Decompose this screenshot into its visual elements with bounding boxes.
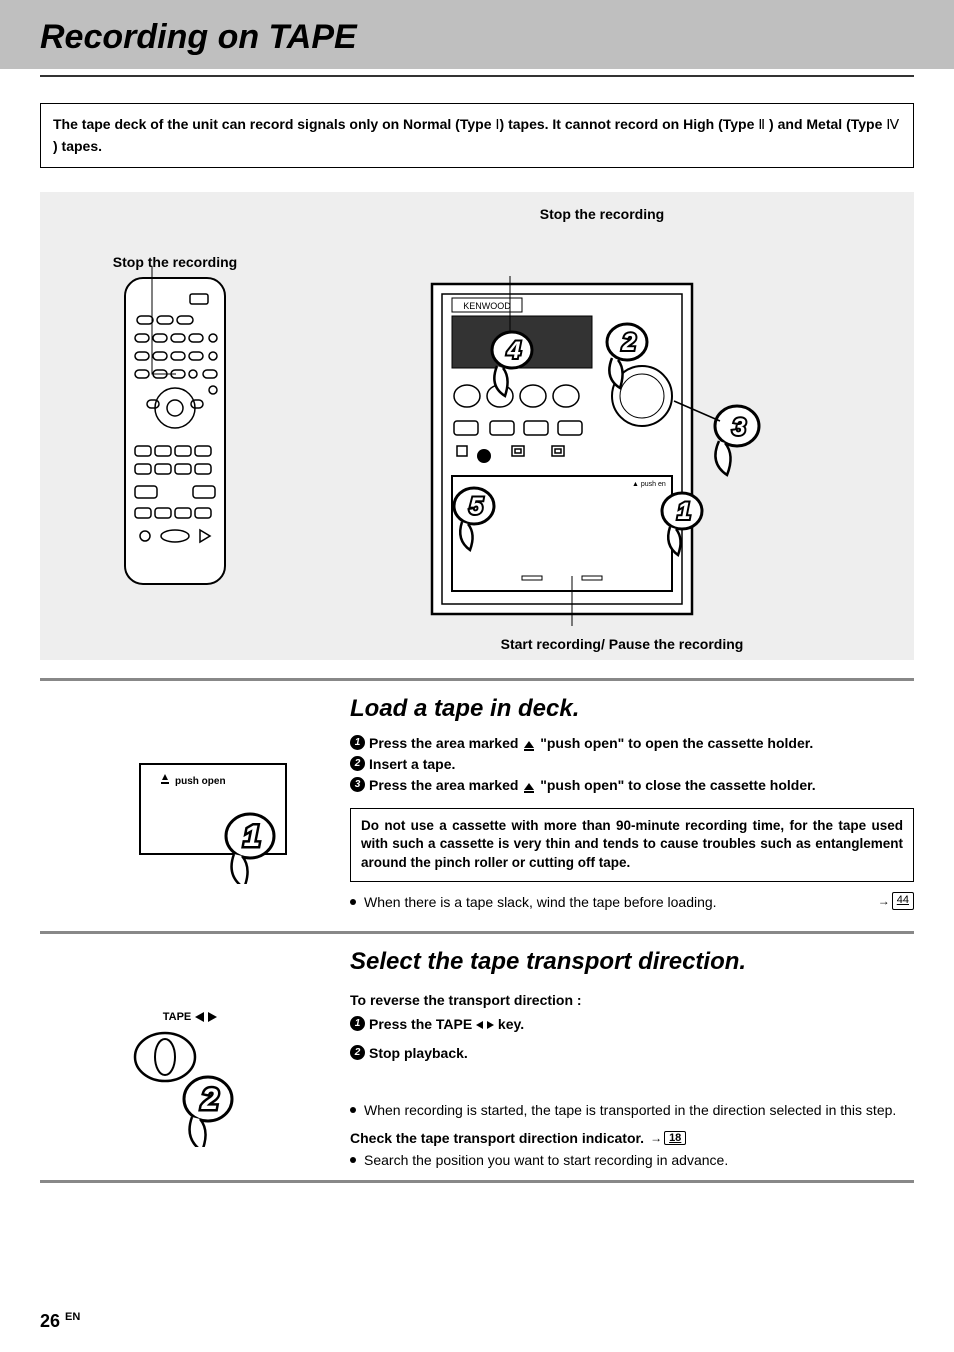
triangle-right-icon bbox=[208, 1012, 217, 1022]
triangle-left-icon bbox=[476, 1021, 483, 1029]
eject-icon bbox=[524, 741, 534, 748]
step-1-warning-box: Do not use a cassette with more than 90-… bbox=[350, 808, 914, 883]
stop-recording-label-remote: Stop the recording bbox=[50, 254, 300, 270]
step-2-item-2: 2 Stop playback. bbox=[350, 1043, 914, 1064]
section-divider-2 bbox=[40, 931, 914, 934]
arrow-right-icon bbox=[650, 1131, 662, 1145]
page-lang: EN bbox=[65, 1311, 80, 1323]
step-2-figure: TAPE 2 2 bbox=[40, 948, 340, 1171]
intro-text-3: ) and Metal (Type bbox=[765, 116, 886, 132]
number-2-icon: 2 bbox=[350, 756, 365, 771]
step-1-bullet: When there is a tape slack, wind the tap… bbox=[350, 892, 914, 912]
step-1-item-2: 2 Insert a tape. bbox=[350, 754, 914, 775]
triangle-right-icon bbox=[487, 1021, 494, 1029]
step-1-item-3: 3 Press the area marked "push open" to c… bbox=[350, 775, 914, 796]
step-2-bullet-1: When recording is started, the tape is t… bbox=[350, 1100, 914, 1120]
check-indicator-line: Check the tape transport direction indic… bbox=[350, 1130, 914, 1146]
remote-svg bbox=[105, 276, 245, 586]
step-1: push open 1 1 Load a tape in deck. 1 Pre… bbox=[40, 695, 914, 913]
eject-icon bbox=[524, 783, 534, 790]
svg-text:2: 2 bbox=[201, 1083, 219, 1116]
brand-text: KENWOOD bbox=[463, 301, 511, 311]
stop-recording-label-unit: Stop the recording bbox=[300, 206, 904, 270]
step-1-svg: push open 1 1 bbox=[90, 724, 290, 884]
manual-page: Recording on TAPE The tape deck of the u… bbox=[0, 0, 954, 1352]
svg-text:1: 1 bbox=[677, 498, 690, 525]
number-1-icon: 1 bbox=[350, 735, 365, 750]
page-ref-18: 18 bbox=[650, 1131, 686, 1145]
step-2: TAPE 2 2 Select the tape transport direc… bbox=[40, 948, 914, 1171]
intro-text-4: ) tapes. bbox=[53, 138, 102, 154]
intro-note-box: The tape deck of the unit can record sig… bbox=[40, 103, 914, 168]
svg-text:5: 5 bbox=[469, 493, 483, 520]
step-1-item-1: 1 Press the area marked "push open" to o… bbox=[350, 733, 914, 754]
intro-text-1: The tape deck of the unit can record sig… bbox=[53, 116, 495, 132]
section-divider-1 bbox=[40, 678, 914, 681]
step-2-heading: Select the tape transport direction. bbox=[350, 948, 914, 976]
page-header: Recording on TAPE bbox=[0, 0, 954, 69]
page-footer: 26 EN bbox=[40, 1311, 80, 1332]
type-4-glyph: Ⅳ bbox=[886, 118, 899, 133]
push-open-label: push open bbox=[175, 776, 226, 787]
section-divider-3 bbox=[40, 1180, 914, 1183]
step-2-bullet-2: Search the position you want to start re… bbox=[350, 1150, 914, 1170]
intro-text-2: ) tapes. It cannot record on High (Type bbox=[500, 116, 759, 132]
svg-text:4: 4 bbox=[506, 337, 520, 364]
start-recording-label: Start recording/ Pause the recording bbox=[501, 636, 744, 652]
number-3-icon: 3 bbox=[350, 777, 365, 792]
main-unit-figure: KENWOOD bbox=[340, 276, 904, 652]
svg-text:1: 1 bbox=[244, 820, 261, 853]
remote-control-figure bbox=[50, 276, 300, 586]
step-1-heading: Load a tape in deck. bbox=[350, 695, 914, 723]
tape-key-label: TAPE bbox=[163, 1011, 218, 1023]
step-1-figure: push open 1 1 bbox=[40, 695, 340, 913]
unit-svg: KENWOOD bbox=[412, 276, 832, 626]
arrow-right-icon bbox=[878, 893, 890, 910]
step-2-svg: 2 2 bbox=[110, 1027, 270, 1147]
triangle-left-icon bbox=[195, 1012, 204, 1022]
step-2-subheading: To reverse the transport direction : bbox=[350, 992, 914, 1008]
number-1-icon: 1 bbox=[350, 1016, 365, 1031]
svg-text:3: 3 bbox=[732, 414, 746, 441]
push-open-small: ▲ push en bbox=[632, 481, 666, 488]
diagram-panel: Stop the recording Stop the recording bbox=[40, 192, 914, 660]
bullet-icon bbox=[350, 899, 356, 905]
title-rule bbox=[40, 75, 914, 77]
svg-text:2: 2 bbox=[621, 329, 636, 356]
page-number: 26 bbox=[40, 1311, 60, 1331]
step-2-item-1: 1 Press the TAPE key. bbox=[350, 1014, 914, 1035]
number-2-icon: 2 bbox=[350, 1045, 365, 1060]
bullet-icon bbox=[350, 1107, 356, 1113]
bullet-icon bbox=[350, 1157, 356, 1163]
page-title: Recording on TAPE bbox=[40, 18, 914, 57]
page-ref-44: 44 bbox=[878, 892, 914, 910]
